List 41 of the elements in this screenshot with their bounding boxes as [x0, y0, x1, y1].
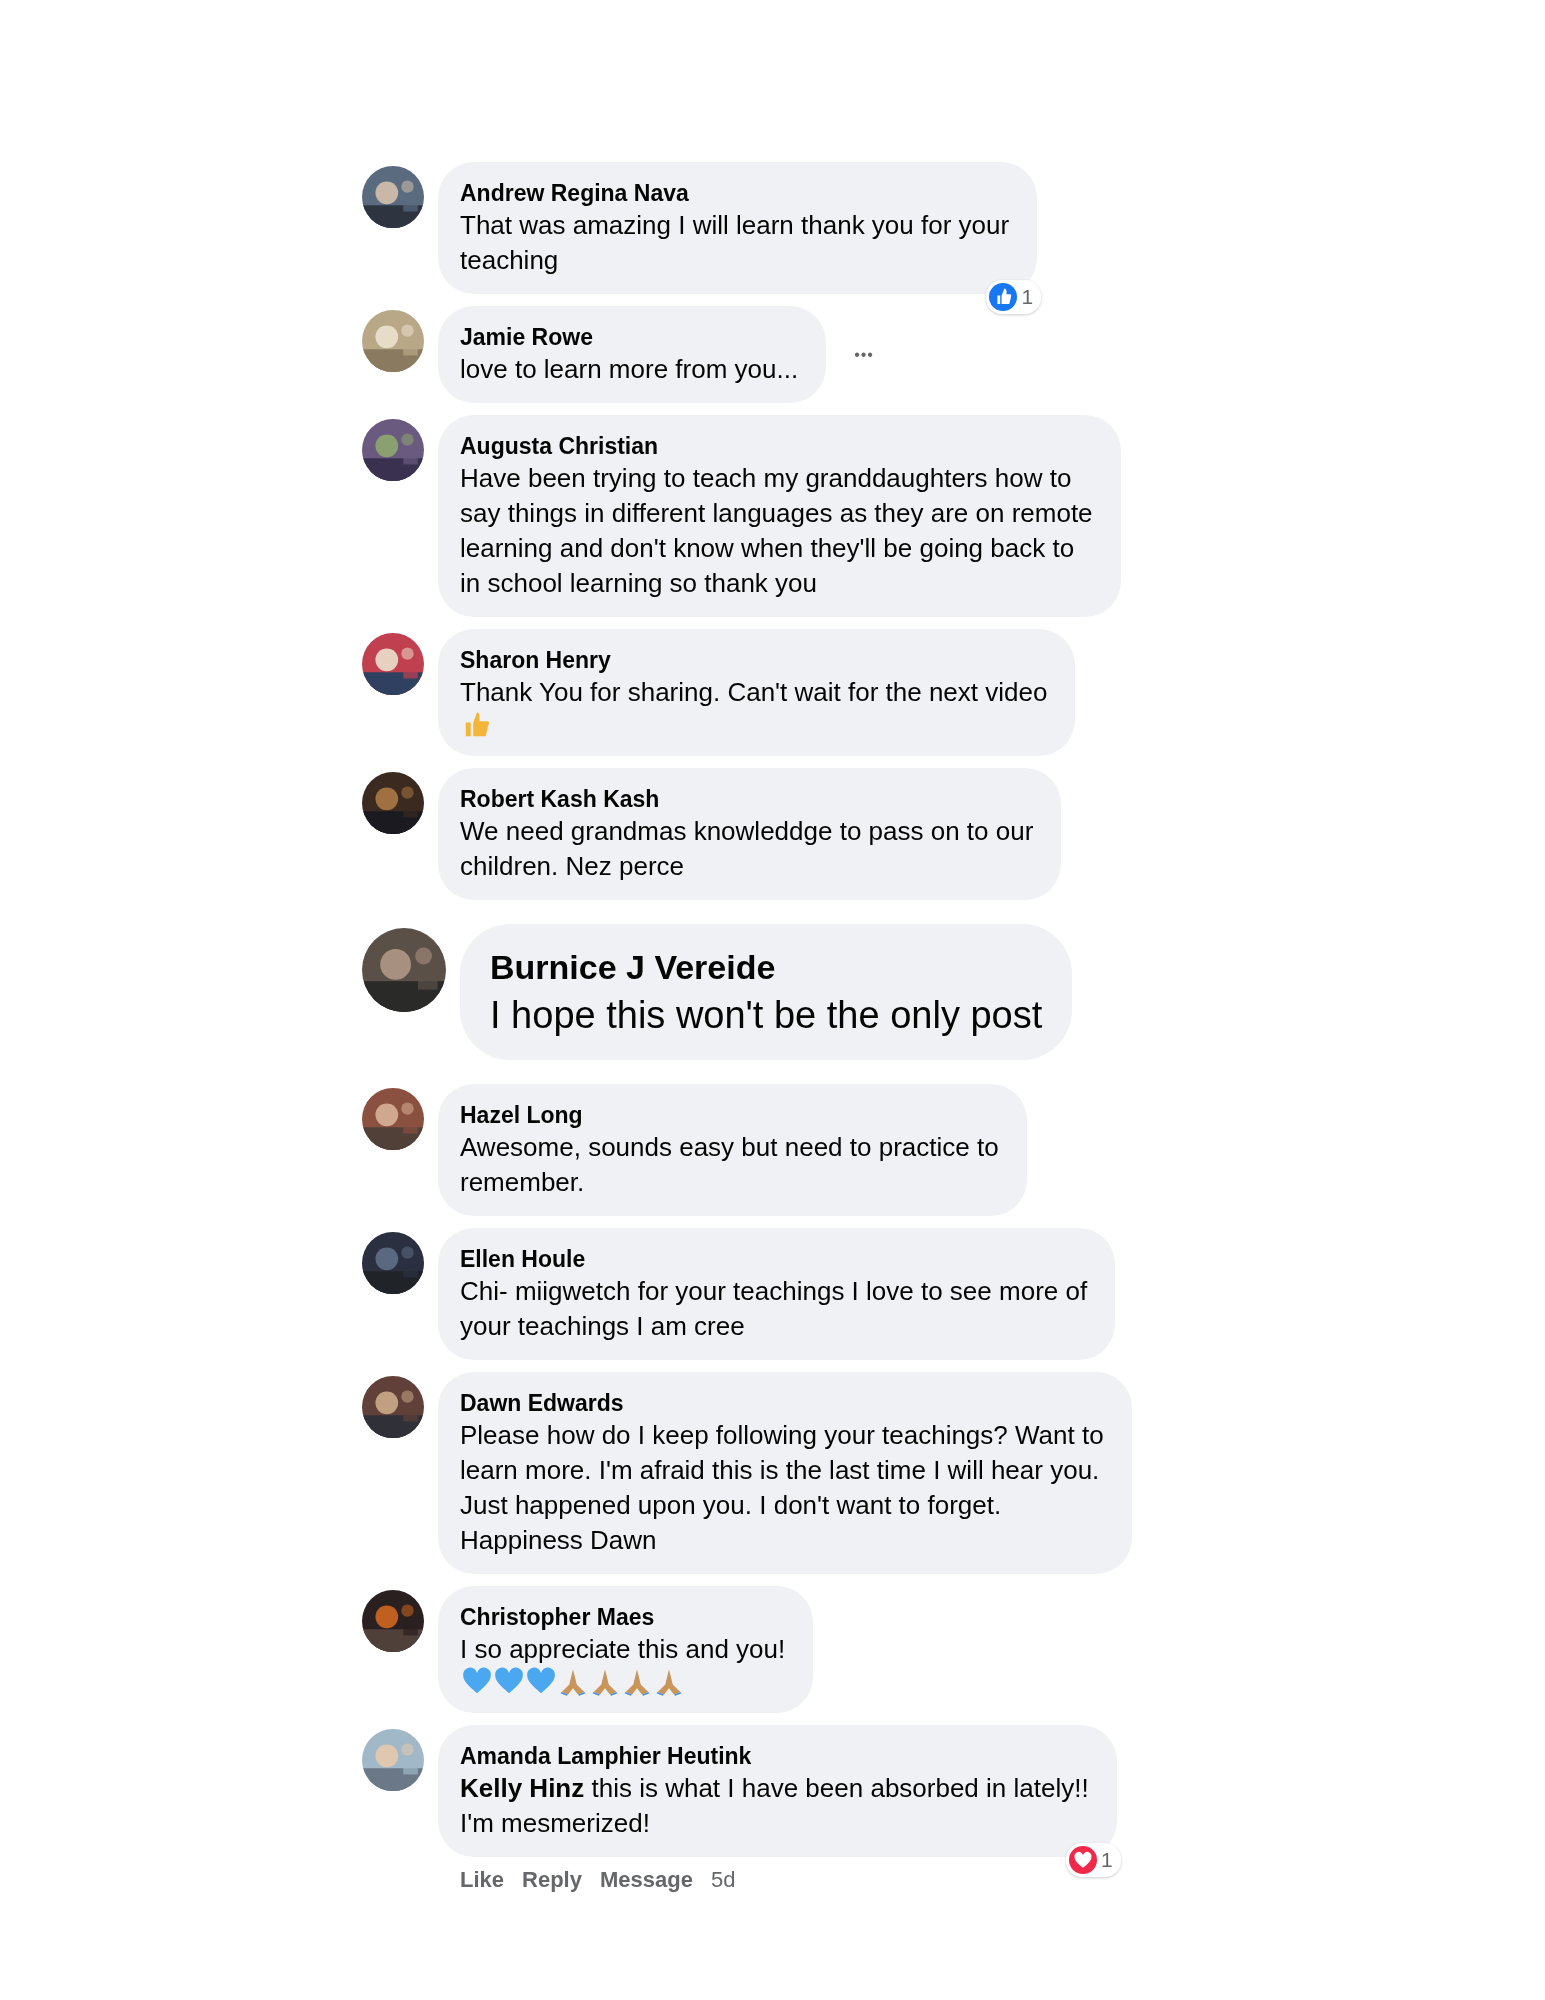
commenter-name[interactable]: Hazel Long [460, 1100, 583, 1130]
comment-text: Kelly Hinz this is what I have been absorbed in lately!! [460, 1772, 1089, 1805]
comment-text: We need grandmas knowleddge to pass on to our [460, 815, 1034, 848]
comment-text: Have been trying to teach my granddaughters how to [460, 462, 1073, 495]
commenter-name[interactable]: Ellen Houle [460, 1244, 586, 1274]
commenter-name[interactable]: Christopher Maes [460, 1602, 655, 1632]
comment-text: teaching [460, 244, 559, 277]
comment-text: Happiness Dawn [460, 1524, 657, 1557]
action-link[interactable]: Message [599, 1867, 693, 1893]
comment-text: Please how do I keep following your teachings? Want to [460, 1419, 1104, 1452]
comment-text: remember. [460, 1166, 585, 1199]
commenter-name[interactable]: Sharon Henry [460, 645, 611, 675]
comment-text: I so appreciate this and you! [460, 1633, 786, 1666]
timestamp[interactable]: 5d [710, 1867, 736, 1893]
action-link[interactable]: Reply [522, 1867, 582, 1893]
comment-text: learning and don't know when they'll be going back to [460, 532, 1076, 565]
like-icon [989, 283, 1018, 311]
commenter-name[interactable]: Andrew Regina Nava [460, 178, 689, 208]
action-link[interactable]: Like [460, 1867, 505, 1893]
comment-text: Thank You for sharing. Can't wait for the next video [460, 676, 1048, 709]
comment-text: in school learning so thank you [460, 567, 817, 600]
comment-text: I'm mesmerized! [460, 1807, 650, 1840]
comment-text: Awesome, sounds easy but need to practice to [460, 1131, 999, 1164]
comment-text: That was amazing I will learn thank you for your [460, 209, 1010, 242]
comment-text: love to learn more from you... [460, 353, 799, 386]
comment-text: say things in different languages as they are on remote [460, 497, 1093, 530]
reaction-badge[interactable]: 1 [1066, 1843, 1121, 1877]
comment-text: learn more. I'm afraid this is the last time I will hear you. [460, 1454, 1101, 1487]
commenter-name[interactable]: Augusta Christian [460, 431, 659, 461]
commenter-name[interactable]: Robert Kash Kash [460, 784, 660, 814]
reaction-badge[interactable]: 1 [986, 280, 1042, 314]
comment-text: your teachings I am cree [460, 1310, 745, 1343]
commenter-name[interactable]: Jamie Rowe [460, 322, 593, 352]
comment-text: children. Nez perce [460, 850, 684, 883]
commenter-name[interactable]: Burnice J Vereide [490, 944, 776, 990]
comment-text: Chi- miigwetch for your teachings I love to see more of [460, 1275, 1088, 1308]
commenter-name[interactable]: Amanda Lamphier Heutink [460, 1741, 752, 1771]
more-options-button[interactable]: ••• [848, 339, 880, 370]
comment-text: I hope this won't be the only post [490, 993, 1043, 1038]
commenter-name[interactable]: Dawn Edwards [460, 1388, 624, 1418]
comment-text: Just happened upon you. I don't want to forget. [460, 1489, 1003, 1522]
